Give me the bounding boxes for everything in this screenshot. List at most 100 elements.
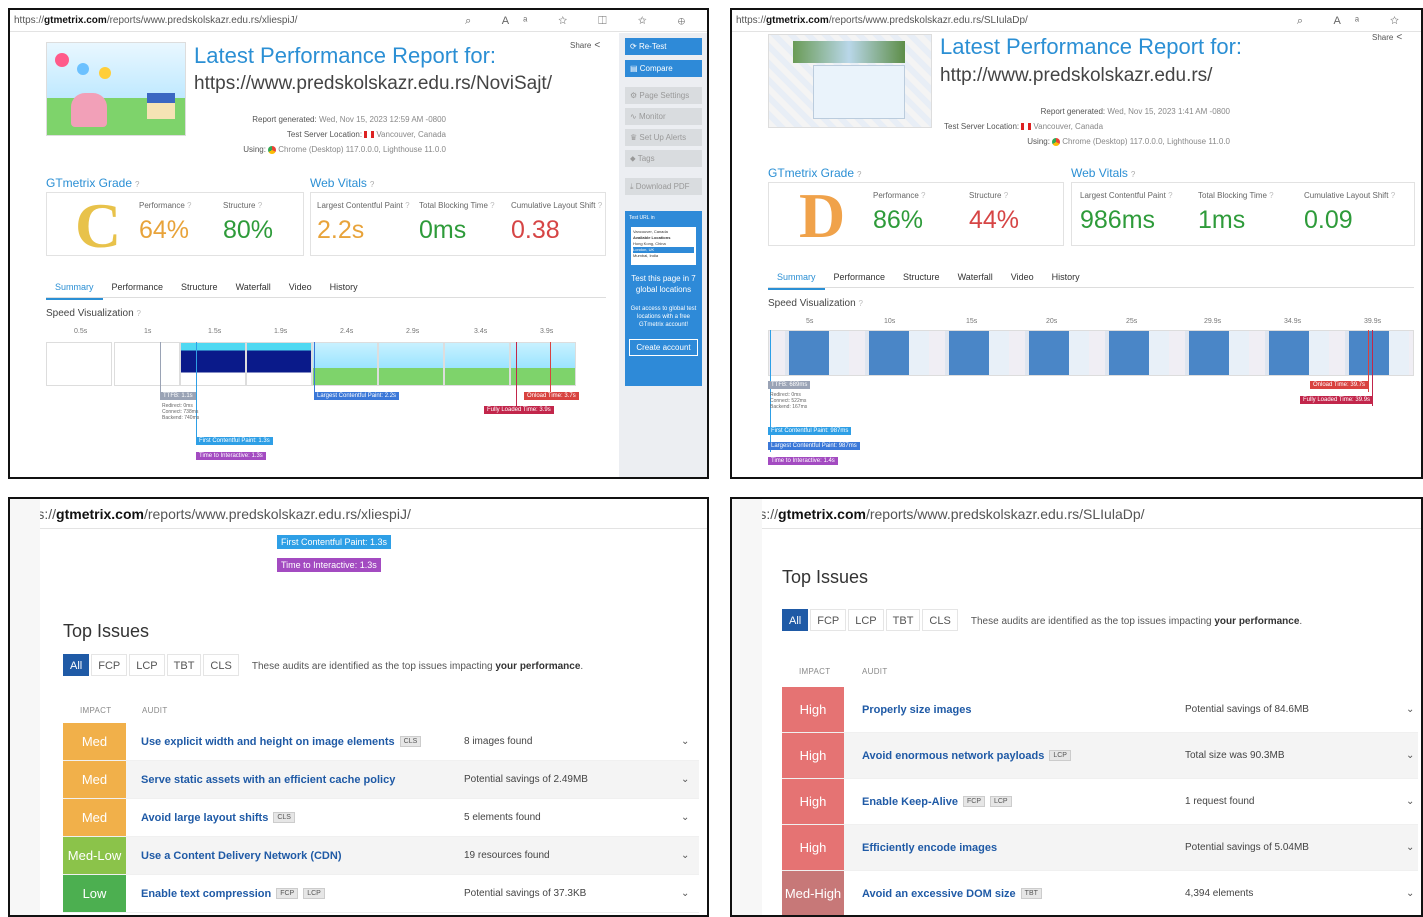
audit-title: Use a Content Delivery Network (CDN) xyxy=(141,849,342,862)
audit-link[interactable]: Efficiently encode images xyxy=(862,825,997,870)
filter-all[interactable]: All xyxy=(63,654,90,676)
tab-waterfall[interactable]: Waterfall xyxy=(949,266,1002,288)
audit-link[interactable]: Use explicit width and height on image e… xyxy=(141,723,422,760)
timeline-tick: 0.5s xyxy=(74,328,88,335)
tab-structure[interactable]: Structure xyxy=(172,276,227,298)
chevron-down-icon[interactable]: ⌄ xyxy=(1406,825,1414,870)
filmstrip-frame xyxy=(46,342,112,386)
filter-lcp[interactable]: LCP xyxy=(848,609,884,631)
chevron-down-icon[interactable]: ⌄ xyxy=(1406,779,1414,824)
filter-tbt[interactable]: TBT xyxy=(166,654,202,676)
filter-cls[interactable]: CLS xyxy=(922,609,958,631)
browser-toolbar-icons[interactable]: ⌕ Aᵃ ☆ xyxy=(1297,10,1413,32)
chevron-down-icon[interactable]: ⌄ xyxy=(681,799,689,836)
canada-flag-icon xyxy=(364,131,375,139)
address-bar[interactable]: https://gtmetrix.com/reports/www.predsko… xyxy=(732,10,1421,32)
structure-metric: Structure ? 44% xyxy=(969,191,1020,234)
issue-row[interactable]: High Properly size images Potential saving… xyxy=(782,687,1418,733)
chevron-down-icon[interactable]: ⌄ xyxy=(681,723,689,760)
top-issues-panel-c: https://gtmetrix.com/reports/www.predsko… xyxy=(8,497,709,917)
audit-title: Avoid enormous network payloads xyxy=(862,749,1045,762)
audit-link[interactable]: Avoid an excessive DOM size TBT xyxy=(862,871,1042,915)
audit-link[interactable]: Avoid large layout shifts CLS xyxy=(141,799,295,836)
issue-row[interactable]: High Avoid enormous network payloads LCP To… xyxy=(782,733,1418,779)
page-settings-button[interactable]: ⚙ Page Settings xyxy=(625,87,702,104)
impact-header: IMPACT xyxy=(80,706,112,715)
cls-value: 0.38 xyxy=(511,216,560,244)
tab-history[interactable]: History xyxy=(321,276,367,298)
promo-text: Get access to global test locations with… xyxy=(630,306,697,328)
grade-letter: D xyxy=(799,180,846,251)
report-meta: Report generated: Wed, Nov 15, 2023 12:5… xyxy=(243,115,446,154)
tab-history[interactable]: History xyxy=(1043,266,1089,288)
audit-title: Efficiently encode images xyxy=(862,841,998,854)
chevron-down-icon[interactable]: ⌄ xyxy=(1406,687,1414,732)
address-bar[interactable]: https://gtmetrix.com/reports/www.predsko… xyxy=(10,10,707,32)
compare-button[interactable]: ▤ Compare xyxy=(625,60,702,77)
help-icon[interactable]: ? xyxy=(135,180,139,189)
issue-row[interactable]: Med-Low Use a Content Delivery Network (C… xyxy=(63,837,699,875)
lcp-value: 986ms xyxy=(1080,206,1156,234)
tags-button[interactable]: ⬥ Tags xyxy=(625,150,702,167)
top-issues-title: Top Issues xyxy=(782,567,869,587)
address-bar[interactable]: https://gtmetrix.com/reports/www.predsko… xyxy=(10,499,707,529)
issue-row[interactable]: Med Serve static assets with an efficient… xyxy=(63,761,699,799)
audit-link[interactable]: Serve static assets with an efficient ca… xyxy=(141,761,395,798)
browser-toolbar-icons[interactable]: ⌕ Aᵃ ☆ ◫ ✩ ⊕ xyxy=(465,10,699,32)
filter-fcp[interactable]: FCP xyxy=(91,654,128,676)
tab-performance[interactable]: Performance xyxy=(103,276,173,298)
audit-result: Total size was 90.3MB xyxy=(1185,750,1285,761)
issue-row[interactable]: Med Avoid large layout shifts CLS 5 element… xyxy=(63,799,699,837)
audit-link[interactable]: Use a Content Delivery Network (CDN) xyxy=(141,837,342,874)
audit-result: Potential savings of 84.6MB xyxy=(1185,704,1309,715)
grade-heading: GTmetrix Grade? xyxy=(768,166,862,180)
alerts-button[interactable]: ♛ Set Up Alerts xyxy=(625,129,702,146)
help-icon[interactable]: ? xyxy=(1131,170,1135,179)
tab-summary[interactable]: Summary xyxy=(768,266,825,290)
chevron-down-icon[interactable]: ⌄ xyxy=(1406,871,1414,915)
audit-link[interactable]: Properly size images xyxy=(862,687,971,732)
chevron-down-icon[interactable]: ⌄ xyxy=(681,875,689,912)
filter-cls[interactable]: CLS xyxy=(203,654,239,676)
retest-button[interactable]: ⟳ Re-Test xyxy=(625,38,702,55)
fully-loaded-tag: Fully Loaded Time: 3.9s xyxy=(484,406,554,414)
structure-value: 80% xyxy=(223,216,274,244)
tab-video[interactable]: Video xyxy=(1002,266,1043,288)
share-button[interactable]: Share < xyxy=(570,40,600,51)
filmstrip-frame xyxy=(312,342,378,386)
canada-flag-icon xyxy=(1021,123,1032,131)
monitor-button[interactable]: ∿ Monitor xyxy=(625,108,702,125)
filter-fcp[interactable]: FCP xyxy=(810,609,847,631)
tab-structure[interactable]: Structure xyxy=(894,266,949,288)
tab-summary[interactable]: Summary xyxy=(46,276,103,300)
audit-link[interactable]: Enable text compression FCP LCP xyxy=(141,875,325,912)
tab-waterfall[interactable]: Waterfall xyxy=(227,276,280,298)
ttfb-breakdown: Redirect: 0ms Connect: 738ms Backend: 740m… xyxy=(162,403,200,421)
share-button[interactable]: Share < xyxy=(1372,32,1402,43)
ttfb-tag: TTFB: 1.1s xyxy=(160,392,196,400)
download-pdf-button[interactable]: ⤓ Download PDF xyxy=(625,178,702,195)
issue-row[interactable]: High Efficiently encode images Potential s… xyxy=(782,825,1418,871)
help-icon[interactable]: ? xyxy=(857,170,861,179)
chevron-down-icon[interactable]: ⌄ xyxy=(681,837,689,874)
audit-link[interactable]: Enable Keep-Alive FCP LCP xyxy=(862,779,1012,824)
issue-row[interactable]: Med-High Avoid an excessive DOM size TBT 4,… xyxy=(782,871,1418,915)
tab-performance[interactable]: Performance xyxy=(825,266,895,288)
filter-tbt[interactable]: TBT xyxy=(885,609,921,631)
create-account-button[interactable]: Create account xyxy=(629,339,698,356)
filter-all[interactable]: All xyxy=(782,609,809,631)
address-bar[interactable]: https://gtmetrix.com/reports/www.predsko… xyxy=(732,499,1421,529)
audit-result: Potential savings of 2.49MB xyxy=(464,774,588,785)
chevron-down-icon[interactable]: ⌄ xyxy=(1406,733,1414,778)
filter-lcp[interactable]: LCP xyxy=(129,654,165,676)
chevron-down-icon[interactable]: ⌄ xyxy=(681,761,689,798)
audit-link[interactable]: Avoid enormous network payloads LCP xyxy=(862,733,1071,778)
tab-video[interactable]: Video xyxy=(280,276,321,298)
issue-row[interactable]: Med Use explicit width and height on imag… xyxy=(63,723,699,761)
issue-row[interactable]: High Enable Keep-Alive FCP LCP 1 request fou… xyxy=(782,779,1418,825)
filmstrip-frame xyxy=(246,342,312,386)
help-icon[interactable]: ? xyxy=(370,180,374,189)
share-icon: < xyxy=(594,40,601,51)
impact-badge: High xyxy=(782,733,844,778)
issue-row[interactable]: Low Enable text compression FCP LCP Potentia… xyxy=(63,875,699,913)
